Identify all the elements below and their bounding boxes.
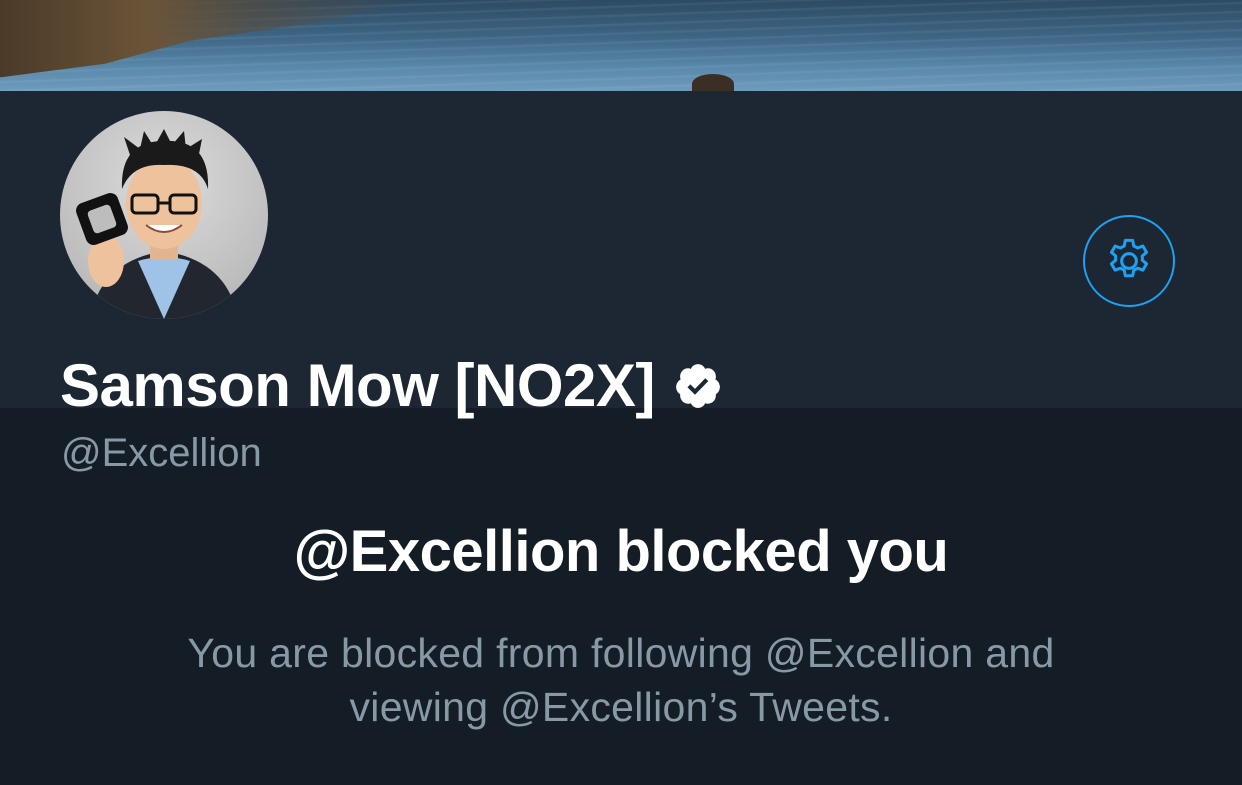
settings-button[interactable] [1083, 215, 1175, 307]
profile-page: Samson Mow [NO2X] @Excellion @Excellion … [0, 0, 1242, 785]
banner-rock [692, 74, 734, 91]
blocked-title: @Excellion blocked you [293, 519, 949, 584]
avatar-illustration [76, 129, 238, 319]
profile-header: Samson Mow [NO2X] @Excellion [0, 91, 1242, 475]
display-name-row: Samson Mow [NO2X] [60, 353, 723, 419]
verified-badge-icon [673, 361, 723, 411]
display-name: Samson Mow [NO2X] [60, 352, 655, 419]
profile-banner-image[interactable] [0, 0, 1242, 91]
blocked-description: You are blocked from following @Excellio… [187, 630, 1055, 730]
profile-handle: @Excellion [61, 431, 262, 475]
avatar[interactable] [52, 103, 276, 327]
avatar-photo [60, 111, 268, 319]
gear-icon [1109, 238, 1149, 278]
